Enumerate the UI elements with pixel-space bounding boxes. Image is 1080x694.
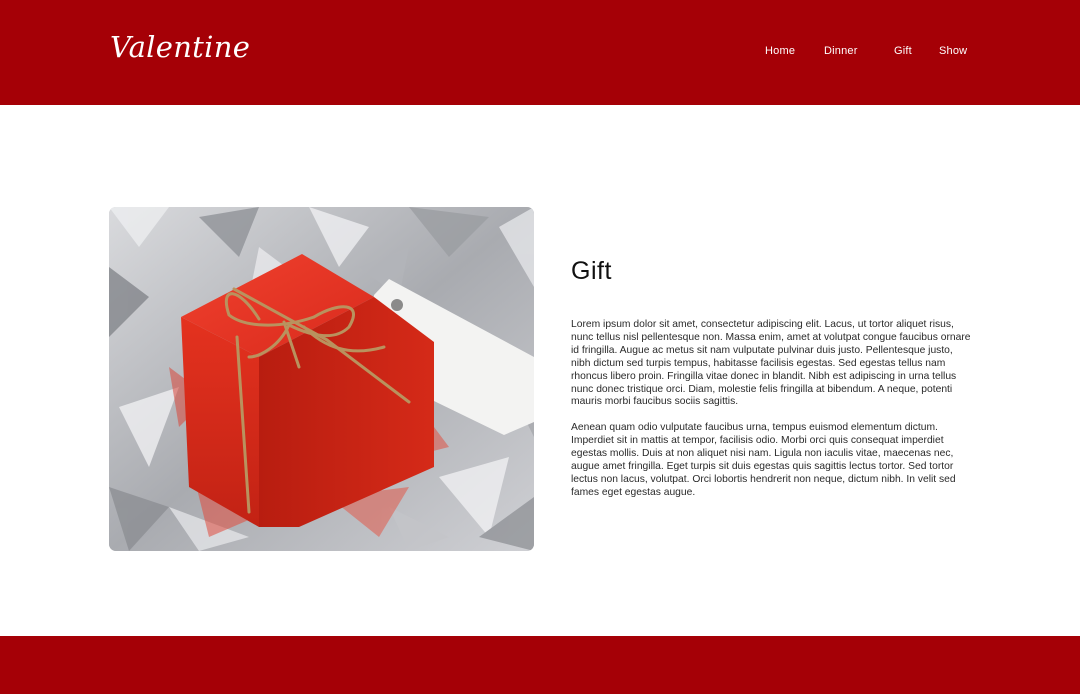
nav-link-show[interactable]: Show bbox=[939, 45, 967, 57]
site-footer bbox=[0, 636, 1080, 694]
nav-link-dinner[interactable]: Dinner bbox=[824, 45, 858, 57]
nav-link-gift[interactable]: Gift bbox=[894, 45, 912, 57]
main-nav: Home Dinner Gift Show bbox=[0, 45, 1080, 61]
section-title: Gift bbox=[571, 257, 612, 285]
gift-section: Gift Lorem ipsum dolor sit amet, consect… bbox=[571, 256, 971, 500]
site-header: Valentine Home Dinner Gift Show bbox=[0, 0, 1080, 105]
body-paragraph-2: Aenean quam odio vulputate faucibus urna… bbox=[571, 422, 956, 498]
body-paragraph-1: Lorem ipsum dolor sit amet, consectetur … bbox=[571, 319, 971, 408]
gift-box-photo bbox=[109, 207, 534, 551]
nav-link-home[interactable]: Home bbox=[765, 45, 795, 57]
